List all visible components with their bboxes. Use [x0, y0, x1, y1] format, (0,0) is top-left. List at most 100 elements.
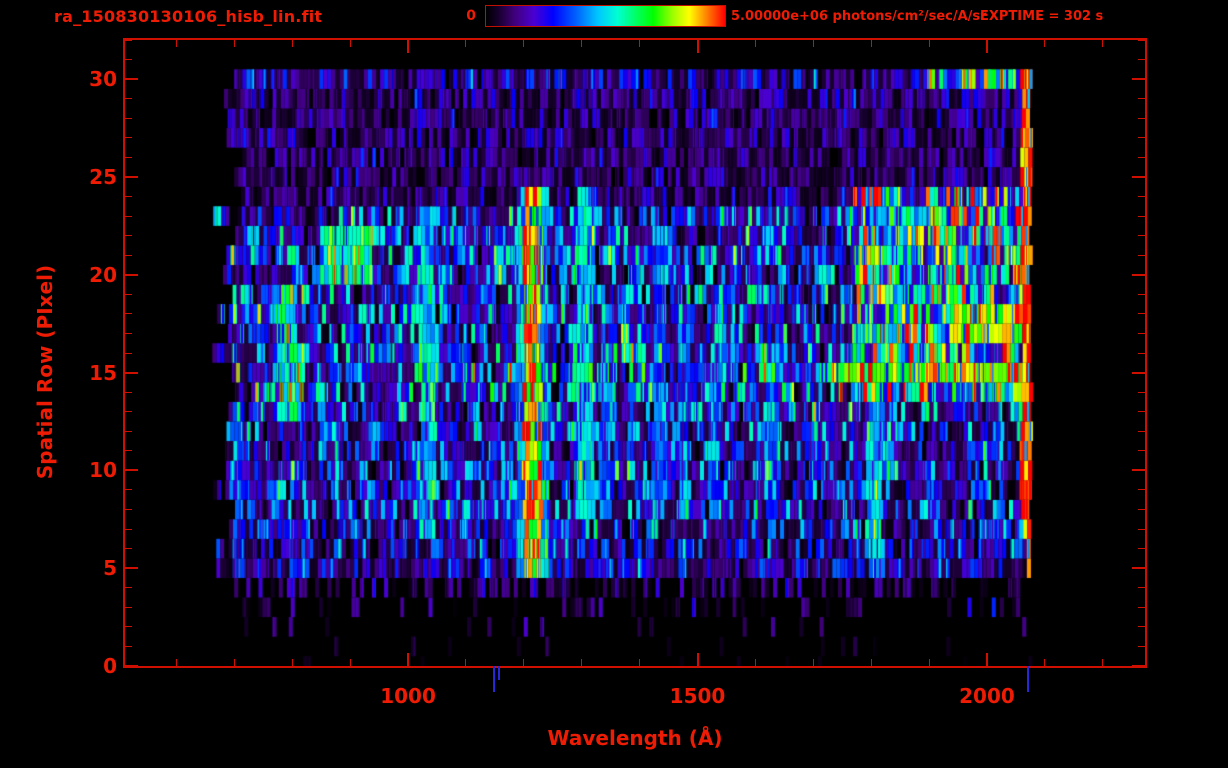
x-axis-tick	[754, 659, 756, 666]
plot-axes-frame	[123, 38, 1147, 668]
y-axis-tick	[125, 509, 132, 510]
x-axis-tick	[523, 40, 525, 47]
x-axis-tick	[465, 659, 467, 666]
y-axis-tick	[125, 430, 132, 432]
y-axis-tick	[125, 137, 132, 139]
x-axis-tick	[176, 659, 178, 666]
x-axis-tick	[465, 40, 467, 47]
y-axis-tick	[1132, 567, 1145, 570]
colorbar-max-label: 5.00000e+06 photons/cm²/sec/A/sr	[731, 9, 987, 24]
x-axis-tick	[928, 40, 930, 47]
y-axis-tick	[1138, 528, 1145, 530]
y-axis-tick	[1132, 371, 1145, 374]
y-axis-tick	[125, 626, 132, 628]
y-axis-tick	[125, 489, 132, 491]
colorbar-min-label: 0	[466, 8, 476, 24]
y-axis-tick	[125, 665, 138, 667]
plot-title: ra_150830130106_hisb_lin.fit	[54, 7, 323, 26]
x-axis-tick-label: 2000	[959, 684, 1015, 708]
below-axis-data-mark	[493, 666, 496, 692]
y-axis-tick	[1138, 254, 1145, 256]
y-axis-tick	[125, 528, 132, 530]
x-axis-tick	[870, 40, 872, 47]
y-axis-tick	[125, 117, 132, 119]
x-axis-tick	[754, 40, 756, 47]
y-axis-tick-label: 30	[89, 67, 117, 92]
y-axis-tick	[125, 39, 132, 41]
x-axis-tick	[928, 659, 930, 666]
y-axis-tick	[125, 352, 132, 354]
y-axis-tick	[125, 645, 132, 647]
y-axis-tick	[125, 313, 132, 315]
x-axis-tick	[349, 659, 351, 666]
y-axis-tick	[125, 391, 132, 393]
y-axis-tick	[1138, 430, 1145, 432]
below-axis-data-mark	[1026, 666, 1029, 692]
x-axis-tick	[1102, 40, 1104, 47]
x-axis-tick	[639, 659, 641, 666]
y-axis-tick	[125, 567, 138, 570]
y-axis-tick	[125, 98, 132, 100]
y-axis-tick	[1138, 313, 1145, 315]
exptime-label: EXPTIME = 302 s	[980, 9, 1104, 24]
y-axis-tick	[1138, 117, 1145, 119]
y-axis-tick	[1132, 78, 1145, 81]
y-axis-tick	[125, 215, 132, 217]
y-axis-tick	[1138, 450, 1145, 452]
y-axis-tick-label: 25	[89, 164, 117, 189]
x-axis-tick	[407, 40, 410, 53]
below-axis-data-mark	[498, 666, 501, 680]
y-axis-tick	[125, 332, 132, 334]
x-axis-tick	[1102, 659, 1104, 666]
y-axis-tick	[1138, 215, 1145, 217]
y-axis-tick	[125, 156, 132, 158]
y-axis-tick	[1138, 98, 1145, 100]
y-axis-tick	[1138, 39, 1145, 41]
y-axis-tick	[1132, 273, 1145, 276]
y-axis-tick	[1138, 156, 1145, 158]
y-axis-tick-label: 15	[89, 360, 117, 385]
x-axis-tick	[581, 40, 583, 47]
x-axis-tick	[233, 40, 235, 47]
y-axis-tick	[1138, 196, 1145, 197]
y-axis-tick	[125, 78, 138, 81]
x-axis-tick	[291, 40, 293, 47]
y-axis-tick	[125, 175, 138, 178]
y-axis-tick	[125, 235, 132, 237]
y-axis-tick	[125, 411, 132, 413]
y-axis-tick	[1138, 235, 1145, 237]
y-axis-tick	[1132, 175, 1145, 178]
y-axis-tick	[1138, 293, 1145, 295]
y-axis-tick	[125, 587, 132, 589]
x-axis-tick	[812, 659, 814, 666]
y-axis-tick	[1132, 665, 1145, 667]
y-axis-tick	[125, 606, 132, 608]
colorbar-gradient	[485, 5, 726, 27]
y-axis-tick	[125, 196, 132, 197]
y-axis-tick	[1138, 489, 1145, 491]
x-axis-tick	[696, 40, 699, 53]
x-axis-tick	[523, 659, 525, 666]
y-axis-tick	[1138, 391, 1145, 393]
x-axis-tick	[812, 40, 814, 47]
y-axis-tick	[1132, 469, 1145, 472]
y-axis-tick-label: 20	[89, 262, 117, 287]
plot-window: ra_150830130106_hisb_lin.fit 0 5.00000e+…	[0, 0, 1228, 768]
y-axis-tick	[125, 469, 138, 472]
x-axis-tick	[349, 40, 351, 47]
y-axis-tick	[125, 371, 138, 374]
x-axis-title: Wavelength (Å)	[547, 726, 723, 750]
x-axis-tick-label: 1500	[669, 684, 726, 708]
x-axis-tick	[639, 40, 641, 47]
x-axis-tick	[696, 653, 699, 666]
x-axis-tick	[407, 653, 410, 666]
y-axis-tick	[1138, 606, 1145, 608]
y-axis-tick	[1138, 587, 1145, 589]
y-axis-tick	[1138, 645, 1145, 647]
y-axis-tick	[125, 254, 132, 256]
x-axis-tick	[1044, 659, 1046, 666]
y-axis-tick	[125, 59, 132, 61]
y-axis-tick	[1138, 548, 1145, 550]
x-axis-tick	[291, 659, 293, 666]
x-axis-tick	[985, 653, 988, 666]
